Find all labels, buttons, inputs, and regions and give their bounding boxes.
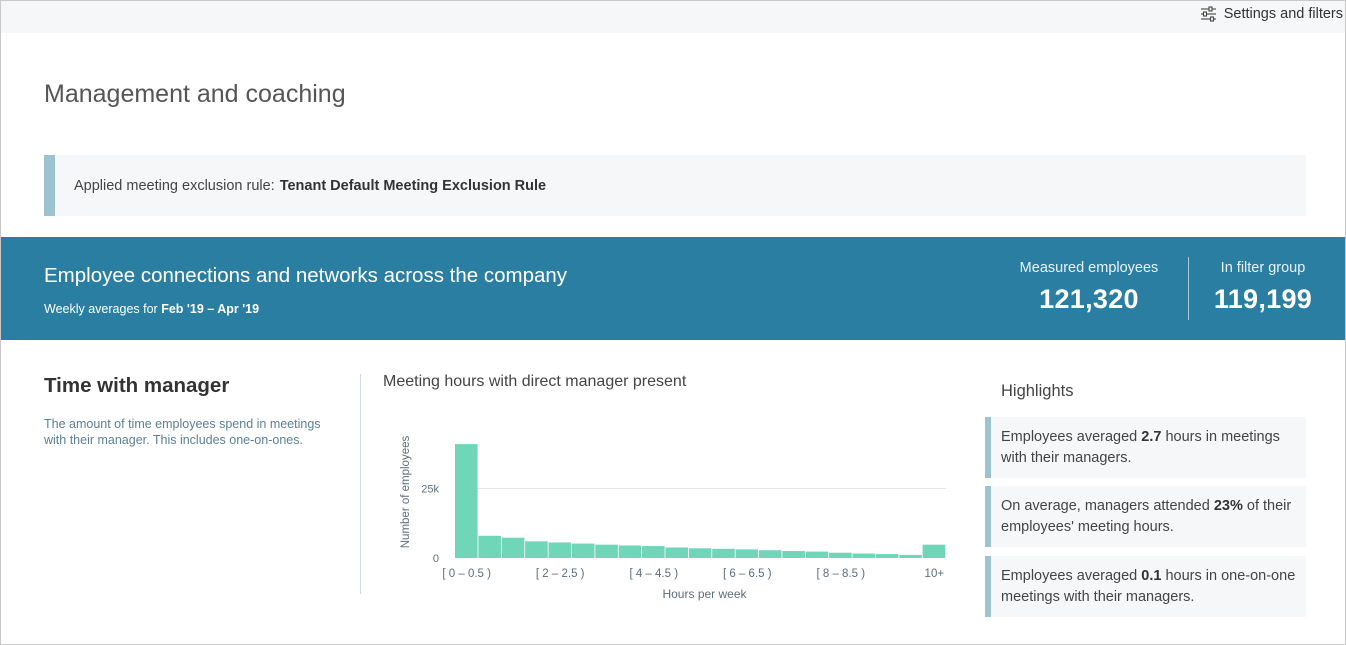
histogram-bar — [455, 444, 478, 558]
filter-group-value: 119,199 — [1213, 284, 1313, 314]
histogram-bar — [548, 542, 572, 558]
date-range: Feb '19 – Apr '19 — [161, 302, 260, 316]
y-tick-label: 0 — [433, 553, 439, 565]
section-divider — [360, 374, 361, 594]
settings-and-filters-label: Settings and filters — [1223, 6, 1343, 22]
histogram-bar — [758, 550, 782, 558]
histogram-bar — [852, 553, 876, 558]
histogram-bar — [922, 544, 946, 558]
highlight-text: Employees averaged — [1001, 568, 1138, 584]
highlight-card: Employees averaged 0.1 hours in one-on-o… — [985, 556, 1306, 617]
histogram-bar — [478, 535, 501, 558]
y-tick-label: 25k — [421, 484, 439, 496]
measured-employees-value: 121,320 — [1039, 284, 1139, 314]
summary-banner: Employee connections and networks across… — [1, 237, 1345, 340]
histogram-bar — [688, 548, 712, 558]
histogram-bar — [899, 554, 922, 558]
histogram-bar — [665, 547, 689, 558]
highlight-text: On average, managers attended — [1001, 498, 1210, 514]
x-tick-label: [ 2 – 2.5 ) — [536, 568, 585, 580]
chart-title: Meeting hours with direct manager presen… — [383, 373, 687, 390]
histogram-chart: 0 25k [ 0 – 0.5 ) [ 2 – 2.5 ) [ 4 – 4.5 ) [ 6… — [400, 436, 946, 601]
x-tick-label: [ 6 – 6.5 ) — [723, 568, 772, 580]
top-toolbar: Settings and filters — [1, 1, 1345, 33]
x-tick-label: [ 0 – 0.5 ) — [442, 568, 491, 580]
x-tick-label: 10+ — [925, 568, 945, 580]
subtitle-prefix: Weekly averages for — [44, 302, 158, 316]
y-axis-label: Number of employees — [400, 436, 412, 549]
filter-group-label: In filter group — [1220, 260, 1306, 276]
histogram-bar — [829, 552, 852, 558]
metric-divider — [1188, 257, 1189, 320]
filter-group-metric: In filter group 119,199 — [1201, 260, 1325, 315]
highlights-title: Highlights — [1001, 382, 1074, 400]
x-tick-label: [ 8 – 8.5 ) — [816, 568, 865, 580]
x-tick-label: [ 4 – 4.5 ) — [629, 568, 678, 580]
histogram-bar — [501, 537, 525, 558]
page-title: Management and coaching — [44, 80, 346, 108]
histogram-bar — [735, 549, 759, 558]
exclusion-rule-prefix: Applied meeting exclusion rule: — [74, 177, 275, 194]
highlight-value: 2.7 — [1141, 429, 1162, 445]
measured-employees-label: Measured employees — [1019, 260, 1159, 276]
histogram-bar — [595, 544, 618, 558]
histogram-bar — [805, 551, 829, 558]
highlight-text: Employees averaged — [1001, 429, 1138, 445]
summary-banner-subtitle: Weekly averages for Feb '19 – Apr '19 — [44, 302, 259, 316]
histogram-bar — [618, 545, 642, 558]
section-title: Time with manager — [44, 374, 230, 397]
measured-employees-metric: Measured employees 121,320 — [1011, 260, 1167, 315]
highlight-card: On average, managers attended 23% of the… — [985, 486, 1306, 547]
histogram-bar — [525, 541, 548, 558]
sliders-icon — [1200, 6, 1216, 22]
highlight-value: 23% — [1213, 498, 1243, 514]
highlight-card: Employees averaged 2.7 hours in meetings… — [985, 417, 1306, 478]
summary-banner-title: Employee connections and networks across… — [44, 264, 568, 287]
exclusion-rule-name: Tenant Default Meeting Exclusion Rule — [279, 177, 547, 194]
histogram-bar — [875, 554, 899, 558]
x-axis-label: Hours per week — [662, 587, 747, 601]
histogram-bar — [571, 543, 595, 558]
histogram-bar — [642, 546, 665, 558]
settings-and-filters-button[interactable]: Settings and filters — [1200, 5, 1343, 23]
section-description: The amount of time employees spend in me… — [44, 417, 321, 447]
histogram-bar — [712, 548, 735, 558]
histogram-bar — [782, 551, 805, 558]
exclusion-rule-banner: Applied meeting exclusion rule: Tenant D… — [44, 155, 1306, 216]
highlight-value: 0.1 — [1141, 568, 1162, 584]
